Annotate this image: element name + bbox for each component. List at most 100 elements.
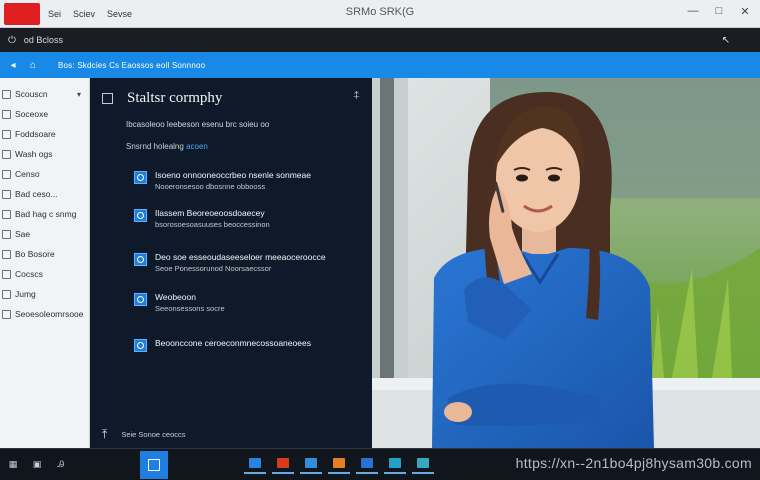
window-icon	[148, 459, 160, 471]
folder-icon	[2, 169, 11, 179]
explorer-app-button[interactable]	[412, 454, 434, 474]
photos-app-button[interactable]	[384, 454, 406, 474]
office-icon	[333, 458, 345, 468]
home-icon[interactable]: ⌂	[26, 58, 40, 72]
photo-illustration	[372, 78, 760, 448]
sidebar-item[interactable]: Foddsoare	[0, 124, 89, 144]
panel-footer: ⤒ Seie Sonoe ceoccs	[102, 427, 186, 442]
option-row[interactable]: Weobeoon Seeonsessons socre	[134, 292, 225, 314]
taskbar-active-app[interactable]	[140, 451, 168, 479]
title-menu-item[interactable]: Sei	[46, 7, 63, 21]
panel-footer-text[interactable]: Seie Sonoe ceoccs	[121, 430, 185, 439]
sidebar-item-label: Sae	[15, 229, 31, 239]
option-checkbox[interactable]	[134, 209, 147, 222]
up-arrow-icon[interactable]: ⤒	[102, 427, 107, 442]
option-checkbox[interactable]	[134, 293, 147, 306]
address-bar: ◂ ⌂ Bos: Skdcies Cs Eaossos eoll Sonnnoo	[0, 52, 760, 78]
folder-icon	[2, 109, 11, 119]
menu-strip: ⏻ od Bcloss ↖	[0, 28, 760, 52]
maximize-button[interactable]: □	[712, 4, 726, 18]
option-title: Beoonccone ceroeconmnecossoaneoees	[155, 338, 311, 348]
mail-app-button[interactable]	[244, 454, 266, 474]
video-icon	[277, 458, 289, 468]
sidebar-item[interactable]: Bad hag c snmg	[0, 204, 89, 224]
option-text: Deo soe esseoudaseeseloer meeaoceroocce …	[155, 252, 326, 274]
sidebar-item[interactable]: Wash ogs	[0, 144, 89, 164]
option-row[interactable]: Ilassem Beoreoeoosdoaecey bsorosoesoasuu…	[134, 208, 270, 230]
panel-subtitle: Snsrnd holealng acoen	[126, 142, 208, 151]
option-text: Ilassem Beoreoeoosdoaecey bsorosoesoasuu…	[155, 208, 270, 230]
sidebar: Scouscn ▾ Soceoxe Foddsoare Wash ogs Cen…	[0, 78, 90, 448]
sidebar-item[interactable]: Cocscs	[0, 264, 89, 284]
photo	[372, 78, 760, 448]
chevron-down-icon[interactable]: ▾	[77, 90, 81, 99]
sidebar-item[interactable]: Jumg	[0, 284, 89, 304]
sidebar-item[interactable]: Sae	[0, 224, 89, 244]
option-row[interactable]: Isoeno onnooneoccrbeo nsenle sonmeae Noo…	[134, 170, 311, 192]
panel-subtitle-text: Snsrnd holealng	[126, 142, 184, 151]
option-row[interactable]: Beoonccone ceroeconmnecossoaneoees	[134, 338, 311, 352]
office-app-button[interactable]	[328, 454, 350, 474]
option-row[interactable]: Deo soe esseoudaseeseloer meeaoceroocce …	[134, 252, 326, 274]
back-icon[interactable]: ◂	[6, 58, 20, 72]
sidebar-item[interactable]: Censo	[0, 164, 89, 184]
option-checkbox[interactable]	[134, 339, 147, 352]
sidebar-item-label: Scouscn	[15, 89, 48, 99]
store-app-button[interactable]	[356, 454, 378, 474]
taskbar: ▦ ▣ Ꭿ https://xn--2n1bo4pj8hysam30b.com	[0, 448, 760, 480]
folder-icon	[2, 249, 11, 259]
folder-icon	[2, 289, 11, 299]
option-title: Ilassem Beoreoeoosdoaecey	[155, 208, 265, 218]
cursor-icon[interactable]: ↖	[722, 35, 730, 46]
menu-strip-label[interactable]: od Bcloss	[24, 35, 63, 45]
folder-icon	[2, 209, 11, 219]
option-text: Weobeoon Seeonsessons socre	[155, 292, 225, 314]
text-icon[interactable]: Ꭿ	[54, 457, 68, 471]
option-subtitle: Seoe Ponessorunod Noorsaecssor	[155, 264, 272, 273]
panel-header: Staltsr cormphy	[102, 90, 222, 107]
sidebar-item-label: Bad hag c snmg	[15, 209, 77, 219]
sidebar-item-label: Foddsoare	[15, 129, 56, 139]
panel-subtitle-link[interactable]: acoen	[186, 142, 208, 151]
sidebar-item-label: Cocscs	[15, 269, 43, 279]
address-text[interactable]: Bos: Skdcies Cs Eaossos eoll Sonnnoo	[58, 61, 205, 70]
calendar-app-button[interactable]	[300, 454, 322, 474]
sidebar-item[interactable]: Bad ceso...	[0, 184, 89, 204]
minimize-button[interactable]: —	[686, 4, 700, 18]
title-menu: Sei Sciev Sevse	[46, 7, 134, 21]
window-controls: — □ ✕	[686, 4, 752, 18]
title-menu-item[interactable]: Sevse	[105, 7, 134, 21]
sidebar-item[interactable]: Bo Bosore	[0, 244, 89, 264]
close-button[interactable]: ✕	[738, 4, 752, 18]
sidebar-item-label: Wash ogs	[15, 149, 53, 159]
sidebar-item-label: Bo Bosore	[15, 249, 55, 259]
pin-icon[interactable]: ⍏	[353, 90, 360, 103]
sidebar-item[interactable]: Scouscn ▾	[0, 84, 89, 104]
option-subtitle: Nooeronsesoo dbosnne obbooss	[155, 182, 266, 191]
option-checkbox[interactable]	[134, 171, 147, 184]
sidebar-item-label: Censo	[15, 169, 40, 179]
terminal-icon[interactable]: ▣	[30, 457, 44, 471]
sidebar-item[interactable]: Seoesoleomrsooe	[0, 304, 89, 324]
video-app-button[interactable]	[272, 454, 294, 474]
option-subtitle: bsorosoesoasuuses beoccessinon	[155, 220, 270, 229]
option-title: Weobeoon	[155, 292, 196, 302]
app-logo	[4, 2, 40, 25]
window-icon	[102, 93, 113, 104]
calendar-icon	[305, 458, 317, 468]
title-menu-item[interactable]: Sciev	[71, 7, 97, 21]
option-text: Isoeno onnooneoccrbeo nsenle sonmeae Noo…	[155, 170, 311, 192]
sidebar-item-label: Seoesoleomrsooe	[15, 309, 84, 319]
folder-icon	[2, 229, 11, 239]
folder-icon	[2, 269, 11, 279]
folder-icon	[2, 309, 11, 319]
power-icon[interactable]: ⏻	[8, 35, 16, 46]
option-checkbox[interactable]	[134, 253, 147, 266]
grid-icon[interactable]: ▦	[6, 457, 20, 471]
screen: Sei Sciev Sevse SRMo SRK(G — □ ✕ ⏻ od Bc…	[0, 0, 760, 480]
folder-icon	[417, 458, 429, 468]
sidebar-item-label: Bad ceso...	[15, 189, 58, 199]
sidebar-item[interactable]: Soceoxe	[0, 104, 89, 124]
panel-description: Ibcasoleoo leebeson esenu brc soieu oo	[126, 120, 270, 129]
taskbar-apps	[244, 454, 434, 474]
